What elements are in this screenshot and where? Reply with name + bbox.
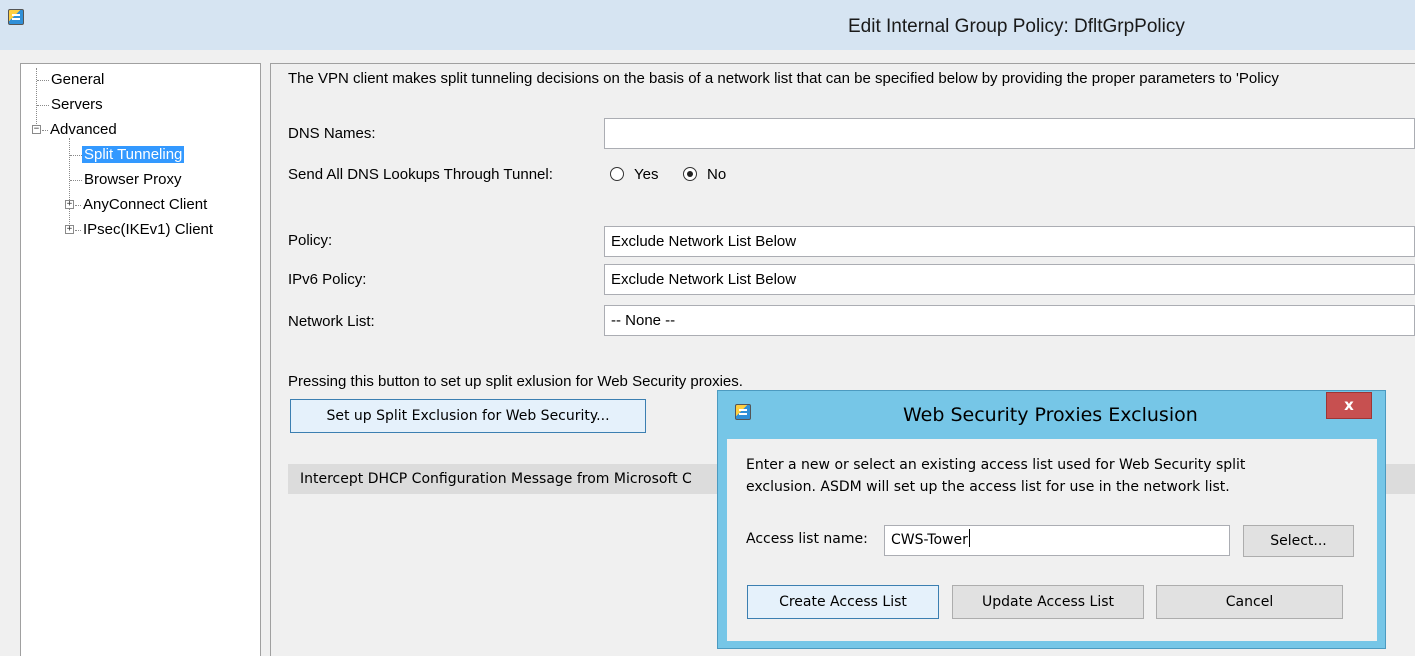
setup-split-exclusion-button[interactable]: Set up Split Exclusion for Web Security.… <box>290 399 646 433</box>
send-dns-no-label: No <box>707 166 727 183</box>
send-dns-yes-label: Yes <box>634 166 659 183</box>
policy-select[interactable]: Exclude Network List Below <box>604 226 1415 257</box>
collapse-icon[interactable]: − <box>32 125 41 134</box>
network-list-label: Network List: <box>288 313 375 330</box>
dialog-body: Enter a new or select an existing access… <box>727 439 1377 641</box>
asdm-app-icon <box>8 9 24 25</box>
select-button[interactable]: Select... <box>1243 525 1354 557</box>
send-dns-no-radio[interactable] <box>683 167 697 181</box>
create-access-list-button[interactable]: Create Access List <box>747 585 939 619</box>
tree-item-label: Advanced <box>50 121 117 138</box>
close-icon: x <box>1344 396 1354 414</box>
close-button[interactable]: x <box>1326 392 1372 419</box>
dialog-description-line1: Enter a new or select an existing access… <box>746 457 1246 473</box>
intro-text: The VPN client makes split tunneling dec… <box>288 70 1279 87</box>
expand-icon[interactable]: + <box>65 225 74 234</box>
expand-icon[interactable]: + <box>65 200 74 209</box>
tree-item-split-tunneling[interactable]: Split Tunneling <box>70 144 185 166</box>
exclusion-note: Pressing this button to set up split exl… <box>288 373 743 390</box>
window-titlebar[interactable]: Edit Internal Group Policy: DfltGrpPolic… <box>0 0 1415 50</box>
dialog-description-line2: exclusion. ASDM will set up the access l… <box>746 479 1230 495</box>
tree-item-label: IPsec(IKEv1) Client <box>83 221 214 238</box>
access-list-name-input[interactable]: CWS-Tower <box>884 525 1230 556</box>
dns-names-label: DNS Names: <box>288 125 376 142</box>
tree-item-label: AnyConnect Client <box>83 196 208 213</box>
tree-item-label: Servers <box>51 96 103 113</box>
window-title: Edit Internal Group Policy: DfltGrpPolic… <box>848 16 1185 37</box>
dns-names-input[interactable] <box>604 118 1415 149</box>
asdm-app-icon <box>735 404 751 420</box>
text-caret <box>968 529 970 547</box>
ipv6-policy-label: IPv6 Policy: <box>288 271 367 288</box>
tree-item-label: Browser Proxy <box>84 171 182 188</box>
update-access-list-button[interactable]: Update Access List <box>952 585 1144 619</box>
policy-label: Policy: <box>288 232 333 249</box>
tree-item-servers[interactable]: Servers <box>37 94 105 116</box>
tree-item-ipsec-ikev1-client[interactable]: + IPsec(IKEv1) Client <box>65 219 215 241</box>
send-dns-yes-radio[interactable] <box>610 167 624 181</box>
web-security-exclusion-dialog[interactable]: Web Security Proxies Exclusion x Enter a… <box>717 390 1386 649</box>
navigation-tree: General Servers − Advanced Split Tunneli… <box>20 63 261 656</box>
tree-item-advanced[interactable]: − Advanced <box>32 119 119 141</box>
dialog-title: Web Security Proxies Exclusion <box>903 404 1198 426</box>
tree-item-label: General <box>51 71 105 88</box>
send-dns-label: Send All DNS Lookups Through Tunnel: <box>288 166 553 183</box>
access-list-name-label: Access list name: <box>746 531 868 547</box>
network-list-select[interactable]: -- None -- <box>604 305 1415 336</box>
tree-item-general[interactable]: General <box>37 69 106 91</box>
cancel-button[interactable]: Cancel <box>1156 585 1343 619</box>
tree-item-anyconnect-client[interactable]: + AnyConnect Client <box>65 194 209 216</box>
tree-item-label: Split Tunneling <box>82 146 185 163</box>
ipv6-policy-select[interactable]: Exclude Network List Below <box>604 264 1415 295</box>
tree-item-browser-proxy[interactable]: Browser Proxy <box>70 169 184 191</box>
